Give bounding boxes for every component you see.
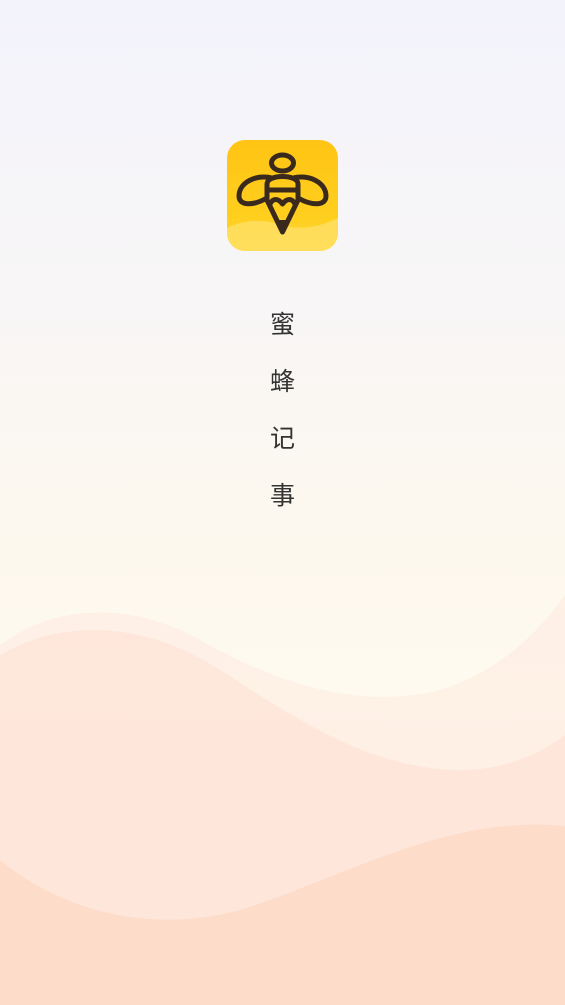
app-name-vertical: 蜜 蜂 记 事 [0,296,565,524]
splash-screen: 蜜 蜂 记 事 [0,0,565,1005]
bee-pencil-icon [227,152,338,251]
app-name-char-3: 记 [269,424,295,453]
app-name-char-1: 蜜 [269,310,295,339]
app-name-char-2: 蜂 [269,367,295,396]
background-waves [0,595,565,1005]
app-name-char-4: 事 [269,481,295,510]
app-logo [227,140,338,251]
